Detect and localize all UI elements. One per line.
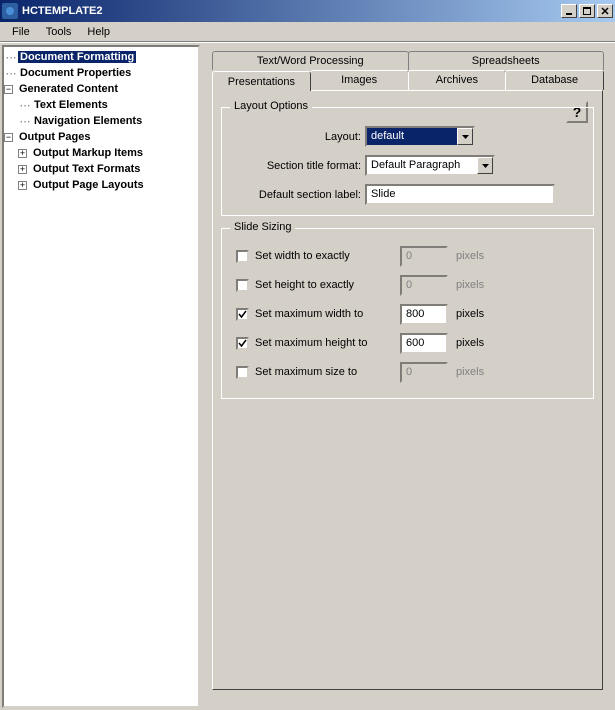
sizing-row: Set height to exactly0 pixels [236,274,585,296]
app-icon [2,3,18,19]
sizing-value-input: 0 [400,362,448,383]
sizing-row: Set maximum width to800 pixels [236,303,585,325]
titlebar: HCTEMPLATE2 [0,0,615,22]
sizing-label: Set maximum size to [255,366,400,378]
sizing-row: Set maximum height to600 pixels [236,332,585,354]
sizing-value-input: 0 [400,246,448,267]
tab-spreadsheets[interactable]: Spreadsheets [408,51,605,70]
collapse-icon[interactable]: − [4,133,13,142]
checkbox[interactable] [236,366,249,379]
sizing-row: Set maximum size to0 pixels [236,361,585,383]
tree-output-page-layouts[interactable]: +Output Page Layouts [4,177,198,193]
sizing-value-input[interactable]: 800 [400,304,448,325]
tree-generated-content[interactable]: −Generated Content [4,81,198,97]
expand-icon[interactable]: + [18,149,27,158]
layout-options-legend: Layout Options [230,100,312,112]
menu-help[interactable]: Help [79,24,118,40]
menu-file[interactable]: File [4,24,38,40]
tab-images[interactable]: Images [310,70,409,90]
expand-icon[interactable]: + [18,165,27,174]
sizing-label: Set height to exactly [255,279,400,291]
tab-presentations[interactable]: Presentations [212,71,311,91]
tree-doc-formatting[interactable]: ⋯Document Formatting [4,49,198,65]
tab-textword[interactable]: Text/Word Processing [212,51,409,70]
checkbox[interactable] [236,279,249,292]
sizing-value-input: 0 [400,275,448,296]
tab-body: ? Layout Options Layout: default Section… [212,90,603,690]
close-button[interactable] [597,4,613,18]
expand-icon[interactable]: + [18,181,27,190]
sizing-label: Set width to exactly [255,250,400,262]
tree-output-pages[interactable]: −Output Pages [4,129,198,145]
sizing-unit: pixels [456,366,484,378]
tree-text-elements[interactable]: ⋯Text Elements [4,97,198,113]
sizing-row: Set width to exactly0 pixels [236,245,585,267]
tab-archives[interactable]: Archives [408,70,507,90]
sizing-unit: pixels [456,337,484,349]
layout-label: Layout: [230,131,365,143]
slide-sizing-group: Slide Sizing Set width to exactly0pixels… [221,228,594,399]
tree-doc-properties[interactable]: ⋯Document Properties [4,65,198,81]
checkbox[interactable] [236,337,249,350]
sizing-unit: pixels [456,250,484,262]
chevron-down-icon[interactable] [457,128,473,145]
tree-navigation-elements[interactable]: ⋯Navigation Elements [4,113,198,129]
content-panel: Text/Word Processing Spreadsheets Presen… [202,45,613,708]
collapse-icon[interactable]: − [4,85,13,94]
tab-database[interactable]: Database [505,70,604,90]
checkbox[interactable] [236,250,249,263]
sizing-label: Set maximum width to [255,308,400,320]
sizing-unit: pixels [456,308,484,320]
tree-panel: ⋯Document Formatting ⋯Document Propertie… [2,45,200,708]
menubar: File Tools Help [0,22,615,42]
default-section-input[interactable]: Slide [365,184,555,205]
layout-select[interactable]: default [365,126,475,147]
tree-output-text-formats[interactable]: +Output Text Formats [4,161,198,177]
sizing-unit: pixels [456,279,484,291]
section-title-select[interactable]: Default Paragraph [365,155,495,176]
section-title-label: Section title format: [230,160,365,172]
layout-options-group: Layout Options Layout: default Section t… [221,107,594,216]
minimize-button[interactable] [561,4,577,18]
chevron-down-icon[interactable] [477,157,493,174]
tree-output-markup[interactable]: +Output Markup Items [4,145,198,161]
sizing-value-input[interactable]: 600 [400,333,448,354]
maximize-button[interactable] [579,4,595,18]
menu-tools[interactable]: Tools [38,24,80,40]
slide-sizing-legend: Slide Sizing [230,221,295,233]
window-title: HCTEMPLATE2 [22,5,561,17]
sizing-label: Set maximum height to [255,337,400,349]
default-section-label: Default section label: [230,189,365,201]
checkbox[interactable] [236,308,249,321]
